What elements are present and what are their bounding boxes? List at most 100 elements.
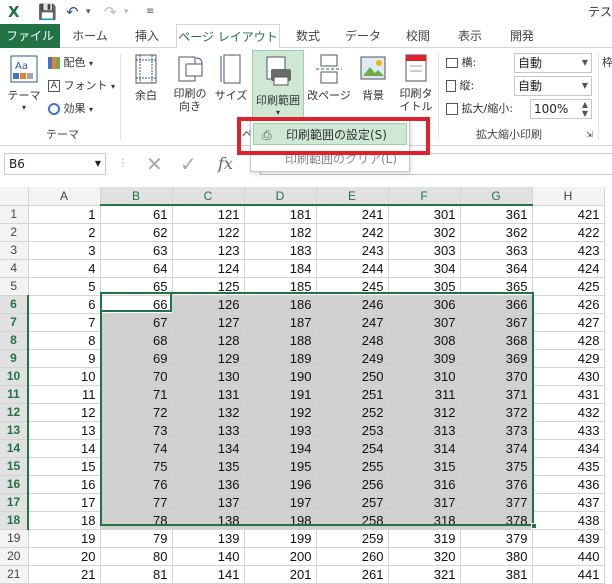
cell[interactable]: 126 bbox=[172, 295, 245, 314]
row-header[interactable]: 16 bbox=[0, 475, 29, 494]
cell[interactable]: 433 bbox=[532, 421, 605, 440]
cell[interactable]: 366 bbox=[460, 295, 533, 314]
cell[interactable]: 321 bbox=[388, 565, 461, 584]
cell[interactable]: 184 bbox=[244, 259, 317, 278]
cell[interactable]: 437 bbox=[532, 493, 605, 512]
save-icon[interactable]: 💾 bbox=[38, 2, 57, 22]
row-header[interactable]: 13 bbox=[0, 421, 29, 440]
cell[interactable]: 434 bbox=[532, 439, 605, 458]
cell[interactable]: 181 bbox=[244, 205, 317, 224]
cell[interactable]: 193 bbox=[244, 421, 317, 440]
cell[interactable]: 320 bbox=[388, 547, 461, 566]
cell[interactable]: 62 bbox=[100, 223, 173, 242]
undo-icon[interactable]: ↶ bbox=[66, 2, 79, 22]
row-header[interactable]: 8 bbox=[0, 331, 29, 350]
cell[interactable]: 441 bbox=[532, 565, 605, 584]
cell[interactable]: 190 bbox=[244, 367, 317, 386]
print-area-button[interactable]: 印刷範囲 ▾ bbox=[252, 50, 304, 124]
cell[interactable]: 309 bbox=[388, 349, 461, 368]
cell[interactable]: 15 bbox=[28, 457, 101, 476]
cell[interactable]: 258 bbox=[316, 511, 389, 530]
cell[interactable]: 376 bbox=[460, 475, 533, 494]
cell[interactable]: 18 bbox=[28, 511, 101, 530]
cell[interactable]: 79 bbox=[100, 529, 173, 548]
cell[interactable]: 122 bbox=[172, 223, 245, 242]
cell[interactable]: 421 bbox=[532, 205, 605, 224]
cell[interactable]: 438 bbox=[532, 511, 605, 530]
cell[interactable]: 253 bbox=[316, 421, 389, 440]
row-header[interactable]: 11 bbox=[0, 385, 29, 404]
cell[interactable]: 74 bbox=[100, 439, 173, 458]
cell[interactable]: 256 bbox=[316, 475, 389, 494]
cell[interactable]: 66 bbox=[100, 295, 173, 314]
cell[interactable]: 2 bbox=[28, 223, 101, 242]
cell[interactable]: 370 bbox=[460, 367, 533, 386]
row-header[interactable]: 12 bbox=[0, 403, 29, 422]
spinner-arrows-icon[interactable]: ▲ ▼ bbox=[582, 100, 588, 118]
fill-handle[interactable] bbox=[531, 523, 537, 529]
fonts-button[interactable]: A フォント ▾ bbox=[48, 77, 115, 95]
tab-review[interactable]: 校閲 bbox=[394, 24, 442, 48]
cell[interactable]: 196 bbox=[244, 475, 317, 494]
cell[interactable]: 367 bbox=[460, 313, 533, 332]
cell[interactable]: 197 bbox=[244, 493, 317, 512]
scale-spinner[interactable]: 100% ▲ ▼ bbox=[530, 99, 592, 119]
row-header[interactable]: 10 bbox=[0, 367, 29, 386]
cell[interactable]: 375 bbox=[460, 457, 533, 476]
cell[interactable]: 129 bbox=[172, 349, 245, 368]
cell[interactable]: 378 bbox=[460, 511, 533, 530]
cell[interactable]: 304 bbox=[388, 259, 461, 278]
insert-function-icon[interactable]: fx bbox=[218, 153, 233, 175]
column-header-c[interactable]: C bbox=[172, 187, 245, 206]
cell[interactable]: 373 bbox=[460, 421, 533, 440]
cell[interactable]: 427 bbox=[532, 313, 605, 332]
cell[interactable]: 76 bbox=[100, 475, 173, 494]
cell[interactable]: 192 bbox=[244, 403, 317, 422]
cell[interactable]: 432 bbox=[532, 403, 605, 422]
cell[interactable]: 244 bbox=[316, 259, 389, 278]
row-header[interactable]: 18 bbox=[0, 511, 29, 530]
cell[interactable]: 259 bbox=[316, 529, 389, 548]
cell[interactable]: 424 bbox=[532, 259, 605, 278]
colors-button[interactable]: 配色 ▾ bbox=[48, 54, 93, 72]
cell[interactable]: 317 bbox=[388, 493, 461, 512]
size-button[interactable]: サイズ bbox=[214, 54, 248, 103]
cell[interactable]: 73 bbox=[100, 421, 173, 440]
tab-formulas[interactable]: 数式 bbox=[284, 24, 332, 48]
cell[interactable]: 248 bbox=[316, 331, 389, 350]
orientation-button[interactable]: 印刷の向き bbox=[168, 54, 212, 113]
cell[interactable]: 78 bbox=[100, 511, 173, 530]
cell[interactable]: 75 bbox=[100, 457, 173, 476]
cell[interactable]: 257 bbox=[316, 493, 389, 512]
cell[interactable]: 306 bbox=[388, 295, 461, 314]
cell[interactable]: 11 bbox=[28, 385, 101, 404]
height-select[interactable]: 自動 ▼ bbox=[514, 76, 592, 96]
cell[interactable]: 124 bbox=[172, 259, 245, 278]
cell[interactable]: 133 bbox=[172, 421, 245, 440]
cell[interactable]: 371 bbox=[460, 385, 533, 404]
cell[interactable]: 436 bbox=[532, 475, 605, 494]
cell[interactable]: 67 bbox=[100, 313, 173, 332]
cell[interactable]: 194 bbox=[244, 439, 317, 458]
dialog-launcher-icon[interactable]: ⇲ bbox=[586, 126, 593, 144]
cell[interactable]: 261 bbox=[316, 565, 389, 584]
row-header[interactable]: 5 bbox=[0, 277, 29, 296]
cell[interactable]: 250 bbox=[316, 367, 389, 386]
cell[interactable]: 131 bbox=[172, 385, 245, 404]
cell[interactable]: 127 bbox=[172, 313, 245, 332]
cell[interactable]: 440 bbox=[532, 547, 605, 566]
cell[interactable]: 63 bbox=[100, 241, 173, 260]
cell[interactable]: 9 bbox=[28, 349, 101, 368]
cell[interactable]: 77 bbox=[100, 493, 173, 512]
customize-icon[interactable]: ≡ bbox=[146, 2, 154, 22]
cell[interactable]: 242 bbox=[316, 223, 389, 242]
cell[interactable]: 380 bbox=[460, 547, 533, 566]
cell[interactable]: 123 bbox=[172, 241, 245, 260]
cell[interactable]: 439 bbox=[532, 529, 605, 548]
cell[interactable]: 363 bbox=[460, 241, 533, 260]
cell[interactable]: 254 bbox=[316, 439, 389, 458]
chevron-down-icon[interactable]: ▼ bbox=[95, 154, 101, 174]
enter-icon[interactable]: ✓ bbox=[180, 153, 197, 175]
cell[interactable]: 80 bbox=[100, 547, 173, 566]
cell[interactable]: 426 bbox=[532, 295, 605, 314]
